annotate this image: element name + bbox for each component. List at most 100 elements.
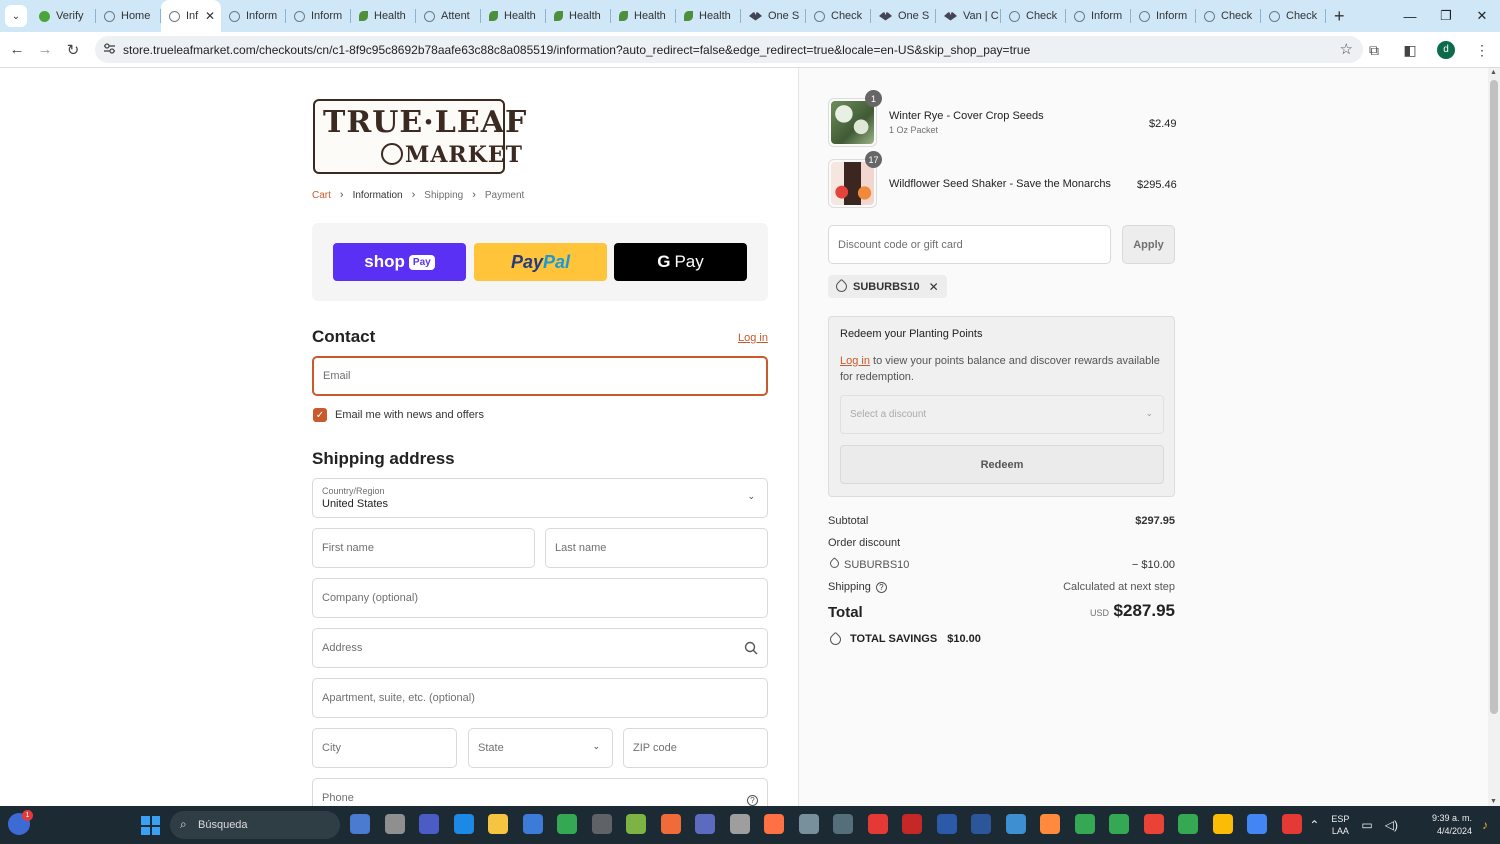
browser-tab[interactable]: Health [676, 0, 741, 32]
browser-tab[interactable]: Verify [31, 0, 96, 32]
taskbar-app-icon[interactable] [1005, 814, 1026, 834]
browser-tab[interactable]: Inform [1066, 0, 1131, 32]
taskbar-app-icon[interactable] [798, 814, 819, 834]
taskbar-app-icon[interactable] [384, 814, 405, 834]
scrollbar-thumb[interactable] [1490, 80, 1498, 714]
taskbar-app-icon[interactable] [557, 814, 577, 834]
scroll-down-icon[interactable]: ▼ [1490, 798, 1497, 805]
discount-code-input[interactable]: Discount code or gift card [828, 225, 1111, 264]
taskbar-app-icon[interactable] [833, 814, 853, 834]
browser-tab[interactable]: Check [1196, 0, 1261, 32]
country-select[interactable]: Country/Region United States ⌄ [312, 478, 768, 518]
taskbar-app-icon[interactable] [971, 814, 991, 834]
extensions-icon[interactable]: ⧉ [1356, 42, 1392, 59]
profile-avatar[interactable]: d [1437, 41, 1455, 59]
close-tab-icon[interactable]: ✕ [205, 9, 215, 23]
tab-search-button[interactable]: ⌄ [5, 5, 27, 27]
scroll-up-icon[interactable]: ▲ [1490, 69, 1497, 76]
taskbar-app-icon[interactable] [660, 814, 681, 834]
taskbar-app-icon[interactable] [695, 814, 715, 834]
phone-field[interactable]: Phone ? [312, 778, 768, 806]
volume-icon[interactable]: ◁) [1385, 818, 1398, 832]
new-tab-icon[interactable]: + [1334, 6, 1345, 27]
restore-icon[interactable]: ❐ [1428, 0, 1464, 32]
zip-field[interactable]: ZIP code [623, 728, 768, 768]
start-icon[interactable] [141, 816, 160, 835]
side-panel-icon[interactable]: ◧ [1392, 42, 1428, 59]
bookmark-star-icon[interactable]: ☆ [1340, 40, 1353, 58]
browser-tab[interactable]: Health [481, 0, 546, 32]
help-icon[interactable]: ? [875, 581, 887, 593]
taskbar-app-icon[interactable] [1143, 814, 1164, 834]
taskbar-app-icon[interactable] [488, 814, 508, 834]
taskbar-app-icon[interactable] [522, 814, 543, 834]
taskbar-app-icon[interactable] [729, 814, 750, 834]
address-field[interactable]: Address [312, 628, 768, 668]
browser-tab[interactable]: One S [741, 0, 806, 32]
browser-tab[interactable]: Inf ✕ [161, 0, 221, 32]
breadcrumb-cart[interactable]: Cart [312, 190, 331, 201]
browser-tab[interactable]: Inform [1131, 0, 1196, 32]
taskbar-app-icon[interactable] [764, 814, 784, 834]
back-icon[interactable]: ← [3, 36, 31, 64]
taskbar-app-icon[interactable] [419, 814, 439, 834]
clock[interactable]: 9:39 a. m. 4/4/2024 [1410, 812, 1472, 838]
browser-tab[interactable]: Home [96, 0, 161, 32]
taskbar-app-icon[interactable] [626, 814, 646, 834]
browser-menu-icon[interactable]: ⋮ [1464, 42, 1500, 59]
store-logo[interactable]: TRUE·LEAF MARKET [313, 99, 526, 174]
language-indicator[interactable]: ESP LAA [1331, 813, 1349, 837]
email-field[interactable]: Email [312, 356, 768, 396]
taskbar-app-icon[interactable] [1247, 814, 1267, 834]
remove-discount-icon[interactable]: ✕ [929, 280, 939, 294]
forward-icon[interactable]: → [31, 36, 59, 64]
taskbar-app-icon[interactable] [350, 814, 370, 834]
browser-tab[interactable]: Check [806, 0, 871, 32]
browser-tab[interactable]: Check [1001, 0, 1066, 32]
shop-pay-button[interactable]: shop Pay [333, 243, 466, 281]
taskbar-app-icon[interactable] [1109, 814, 1129, 834]
taskbar-app-icon[interactable] [867, 814, 888, 834]
browser-tab[interactable]: Check [1261, 0, 1326, 32]
redeem-login-link[interactable]: Log in [840, 355, 870, 367]
browser-tab[interactable]: One S [871, 0, 936, 32]
help-icon[interactable]: ? [747, 792, 758, 806]
widgets-icon[interactable]: 1 [8, 810, 33, 835]
newsletter-row[interactable]: ✓ Email me with news and offers [313, 408, 484, 422]
apartment-field[interactable]: Apartment, suite, etc. (optional) [312, 678, 768, 718]
minimize-icon[interactable]: — [1392, 0, 1428, 32]
browser-tab[interactable]: Inform [221, 0, 286, 32]
taskbar-app-icon[interactable] [1074, 814, 1095, 834]
browser-tab[interactable]: Health [351, 0, 416, 32]
discount-select[interactable]: Select a discount ⌄ [840, 395, 1164, 434]
tray-chevron-up-icon[interactable]: ⌃ [1309, 818, 1319, 832]
taskbar-search[interactable]: ⌕ Búsqueda [170, 811, 340, 839]
company-field[interactable]: Company (optional) [312, 578, 768, 618]
browser-tab[interactable]: Health [611, 0, 676, 32]
taskbar-app-icon[interactable] [1040, 814, 1060, 834]
taskbar-app-icon[interactable] [936, 814, 957, 834]
taskbar-app-icon[interactable] [453, 814, 474, 834]
first-name-field[interactable]: First name [312, 528, 535, 568]
site-settings-icon[interactable] [103, 42, 116, 55]
taskbar-app-icon[interactable] [1281, 814, 1302, 834]
taskbar-app-icon[interactable] [1212, 814, 1233, 834]
apply-discount-button[interactable]: Apply [1122, 225, 1175, 264]
taskbar-app-icon[interactable] [902, 814, 922, 834]
state-select[interactable]: State ⌄ [468, 728, 613, 768]
page-scrollbar[interactable]: ▲ ▼ [1488, 68, 1500, 806]
last-name-field[interactable]: Last name [545, 528, 768, 568]
url-bar[interactable]: store.trueleafmarket.com/checkouts/cn/c1… [95, 36, 1363, 63]
network-icon[interactable]: ▭ [1361, 818, 1372, 832]
browser-tab[interactable]: Van | C [936, 0, 1001, 32]
paypal-button[interactable]: Pay Pal [474, 243, 607, 281]
taskbar-app-icon[interactable] [1178, 814, 1198, 834]
browser-tab[interactable]: Health [546, 0, 611, 32]
login-link[interactable]: Log in [738, 332, 768, 344]
redeem-button[interactable]: Redeem [840, 445, 1164, 484]
browser-tab[interactable]: Attent [416, 0, 481, 32]
close-window-icon[interactable]: ✕ [1464, 0, 1500, 32]
browser-tab[interactable]: Inform [286, 0, 351, 32]
notification-bell-icon[interactable]: ♪ [1482, 818, 1488, 832]
newsletter-checkbox[interactable]: ✓ [313, 408, 327, 422]
